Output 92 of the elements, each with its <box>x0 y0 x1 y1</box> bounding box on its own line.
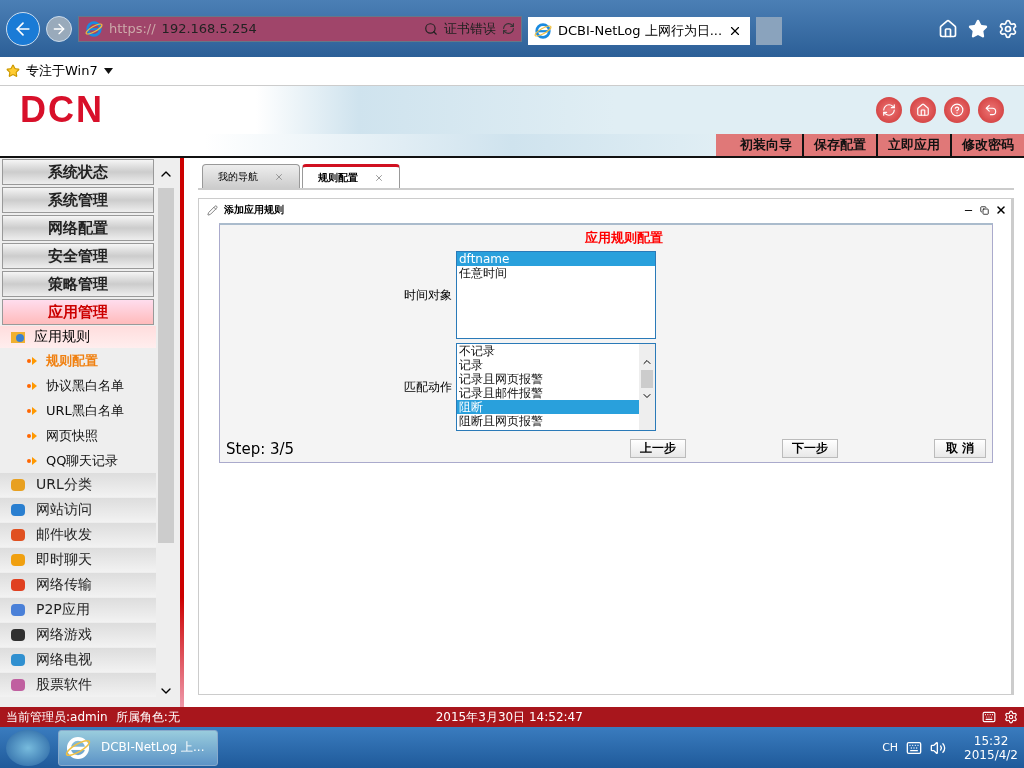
bullet-icon <box>26 430 38 441</box>
close-icon[interactable] <box>995 204 1007 216</box>
home-icon <box>916 103 930 117</box>
start-button[interactable] <box>6 729 50 766</box>
menu-button[interactable]: 策略管理 <box>2 271 154 297</box>
step-indicator: Step: 3/5 <box>226 439 296 458</box>
category-item[interactable]: 网络传输 <box>0 573 156 598</box>
back-button[interactable] <box>6 11 40 46</box>
form-heading: 应用规则配置 <box>584 229 664 247</box>
logo: DCN <box>20 89 104 131</box>
role-label: 所属角色:无 <box>115 708 180 726</box>
home-button[interactable] <box>910 97 936 123</box>
home-icon[interactable] <box>938 18 958 39</box>
settings-icon[interactable] <box>1004 710 1018 724</box>
category-item[interactable]: 邮件收发 <box>0 523 156 548</box>
header-link[interactable]: 保存配置 <box>802 134 876 156</box>
refresh-icon <box>882 103 896 117</box>
list-option[interactable]: 记录且邮件报警 <box>457 386 639 400</box>
bullet-icon <box>26 405 38 416</box>
star-icon <box>6 64 20 78</box>
url-scheme: https:// <box>109 21 156 36</box>
menu-button[interactable]: 网络配置 <box>2 215 154 241</box>
help-button[interactable] <box>944 97 970 123</box>
category-item[interactable]: 网络电视 <box>0 648 156 673</box>
form-button[interactable]: 上一步 <box>630 439 686 458</box>
submenu-item[interactable]: QQ聊天记录 <box>0 448 156 473</box>
clock[interactable]: 15:32 2015/4/2 <box>964 733 1018 762</box>
menu-button[interactable]: 系统管理 <box>2 187 154 213</box>
forward-button[interactable] <box>46 15 72 42</box>
menu-group[interactable]: 应用规则 <box>0 326 156 348</box>
close-icon <box>274 171 284 182</box>
pencil-icon <box>207 204 218 216</box>
undo-icon <box>984 103 998 117</box>
help-icon <box>950 103 964 117</box>
list-option[interactable]: 任意时间 <box>457 266 655 280</box>
volume-icon[interactable] <box>930 739 947 756</box>
bullet-icon <box>26 380 38 391</box>
favorites-icon[interactable] <box>968 18 988 39</box>
form-button[interactable]: 下一步 <box>782 439 838 458</box>
group-label: 应用规则 <box>34 328 90 346</box>
header-link[interactable]: 立即应用 <box>876 134 950 156</box>
close-icon <box>374 172 384 183</box>
language-indicator[interactable]: CH <box>882 741 899 754</box>
browser-icon <box>534 21 552 40</box>
category-item[interactable]: P2P应用 <box>0 598 156 623</box>
form-button[interactable]: 取 消 <box>934 439 986 458</box>
browser-icon <box>65 734 91 761</box>
refresh-button[interactable] <box>876 97 902 123</box>
list-option[interactable]: 记录且网页报警 <box>457 372 639 386</box>
category-item[interactable]: 即时聊天 <box>0 548 156 573</box>
submenu-item[interactable]: 协议黑白名单 <box>0 373 156 398</box>
field-label: 时间对象 <box>403 286 452 304</box>
menu-button[interactable]: 应用管理 <box>2 299 154 325</box>
browser-tab[interactable]: DCBI-NetLog 上网行为日... <box>528 16 750 45</box>
panel-title: 添加应用规则 <box>224 203 285 217</box>
page-tab[interactable]: 我的导航 <box>202 164 300 188</box>
folder-icon <box>10 329 26 345</box>
scroll-thumb[interactable] <box>641 370 653 388</box>
list-option[interactable]: 不记录 <box>457 344 639 358</box>
page-tab[interactable]: 规则配置 <box>302 164 400 188</box>
header-link[interactable]: 初装向导 <box>730 134 802 156</box>
search-icon <box>424 21 438 36</box>
datetime-label: 2015年3月30日 14:52:47 <box>435 708 583 726</box>
bullet-icon <box>26 455 38 466</box>
list-scrollbar[interactable] <box>639 344 655 430</box>
submenu-item[interactable]: URL黑白名单 <box>0 398 156 423</box>
browser-icon <box>85 19 103 38</box>
category-item[interactable]: 网络游戏 <box>0 623 156 648</box>
favorites-link[interactable]: 专注于Win7 <box>26 62 98 80</box>
keyboard-icon[interactable] <box>982 710 996 724</box>
list-box[interactable]: dftname 任意时间 <box>456 251 656 339</box>
list-option[interactable]: 记录 <box>457 358 639 372</box>
settings-icon[interactable] <box>998 18 1018 39</box>
bullet-icon <box>26 355 38 366</box>
url-host: 192.168.5.254 <box>161 21 258 36</box>
scroll-thumb[interactable] <box>158 188 174 543</box>
list-option[interactable]: 阻断且网页报警 <box>457 414 639 428</box>
restore-icon[interactable] <box>980 205 989 215</box>
category-item[interactable]: URL分类 <box>0 473 156 498</box>
admin-label: 当前管理员:admin <box>6 708 108 726</box>
menu-button[interactable]: 安全管理 <box>2 243 154 269</box>
caret-icon[interactable] <box>103 68 113 74</box>
menu-button[interactable]: 系统状态 <box>2 159 154 185</box>
category-item[interactable]: 股票软件 <box>0 673 156 698</box>
list-box[interactable]: 不记录 记录 记录且网页报警 记录且邮件报警 阻断 阻断且网页报警 <box>456 343 656 431</box>
field-label: 匹配动作 <box>403 378 452 396</box>
header-link[interactable]: 修改密码 <box>950 134 1024 156</box>
keyboard-icon[interactable] <box>906 739 923 756</box>
tab-title: DCBI-NetLog 上网行为日... <box>558 21 723 40</box>
submenu-item[interactable]: 网页快照 <box>0 423 156 448</box>
category-item[interactable]: 网站访问 <box>0 498 156 523</box>
logout-button[interactable] <box>978 97 1004 123</box>
